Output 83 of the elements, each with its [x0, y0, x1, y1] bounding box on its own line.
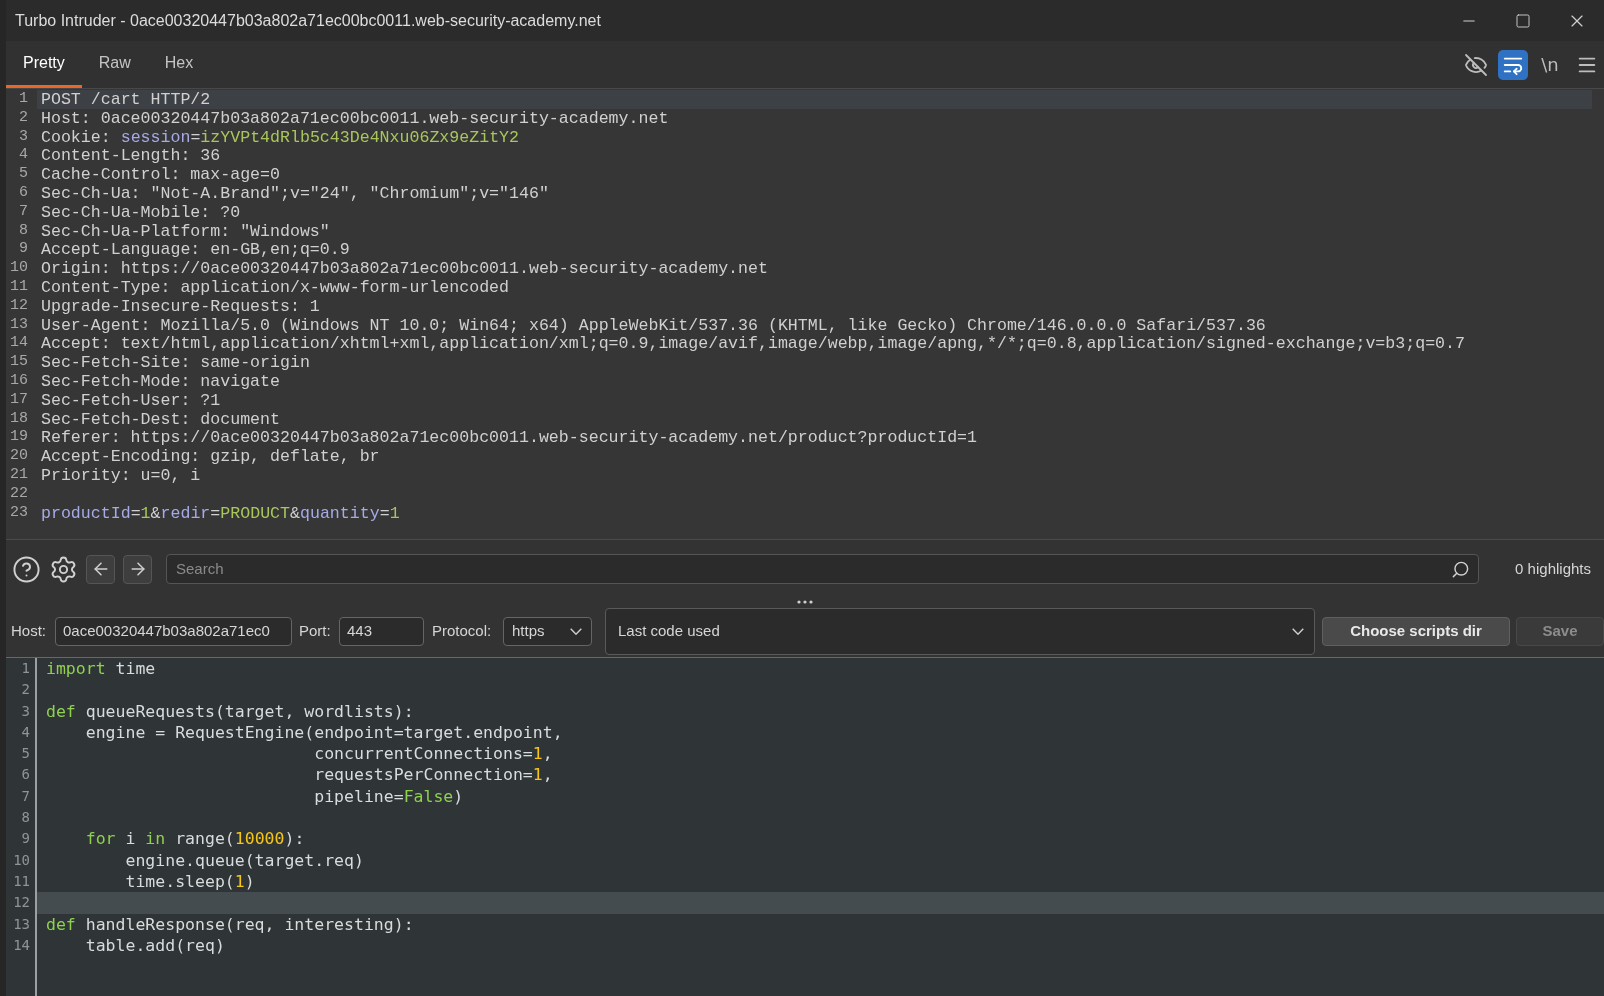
code-line: engine.queue(target.req) — [124, 850, 364, 870]
request-line: Referer: https://0ace00320447b03a802a71ec00bc0011.web-security-academy.net/product?productId=1 — [41, 428, 978, 448]
port-field[interactable]: 443 — [339, 617, 424, 646]
line-number: 15 — [9, 353, 29, 372]
request-line: Content-Length: 36 — [41, 146, 221, 166]
line-number: 19 — [9, 428, 29, 448]
newline-toggle[interactable]: \n — [1535, 49, 1565, 80]
line-number: 13 — [9, 315, 29, 335]
code-line: for i in range(10000): — [84, 829, 305, 849]
line-number: 2 — [18, 108, 29, 128]
request-line: Sec-Ch-Ua-Mobile: ?0 — [41, 202, 241, 222]
line-number: 7 — [18, 202, 29, 222]
line-number: 12 — [9, 296, 29, 316]
request-line: Cookie: session=izYVPt4dRlb5c43De4Nxu06Zx9eZitY2 — [41, 127, 519, 147]
line-number: 8 — [18, 221, 29, 241]
line-number: 6 — [18, 184, 29, 203]
line-number: 23 — [9, 503, 29, 523]
line-number: 21 — [9, 465, 29, 485]
line-number: 5 — [18, 165, 29, 184]
search-placeholder: Search — [176, 558, 224, 579]
line-number: 11 — [9, 277, 29, 297]
request-line: Sec-Ch-Ua: "Not-A.Brand";v="24", "Chromium";v="146" — [41, 184, 549, 203]
request-line: Accept-Language: en-GB,en;q=0.9 — [41, 240, 350, 260]
line-number: 22 — [9, 484, 29, 504]
code-line: def handleResponse(req, interesting): — [46, 914, 414, 934]
line-number: 3 — [18, 127, 29, 147]
maximize-icon[interactable] — [1515, 12, 1531, 29]
line-number: 20 — [9, 447, 29, 466]
request-line: Sec-Fetch-Site: same-origin — [41, 353, 310, 373]
chevron-down-icon — [570, 628, 582, 635]
code-line: requestsPerConnection=1, — [313, 765, 553, 785]
line-number: 1 — [18, 90, 29, 109]
settings-icon[interactable] — [49, 554, 78, 584]
wrap-toggle[interactable] — [1498, 49, 1528, 80]
code-line: import time — [46, 659, 156, 678]
view-tab[interactable]: Hex — [147, 41, 211, 88]
code-line: table.add(req) — [84, 935, 225, 955]
request-line: Sec-Fetch-Dest: document — [41, 409, 280, 429]
drag-handle-icon[interactable] — [797, 600, 813, 604]
line-number: 16 — [9, 371, 29, 391]
host-label: Host: — [11, 621, 47, 642]
protocol-label: Protocol: — [432, 621, 493, 642]
line-number: 4 — [18, 146, 29, 166]
chevron-down-icon — [1292, 628, 1304, 635]
view-tab[interactable]: Raw — [81, 41, 148, 88]
request-line: User-Agent: Mozilla/5.0 (Windows NT 10.0; Win64; x64) AppleWebKit/537.36 (KHTML, like Gecko) Chrome/146.0.0.0 Safari/537.36 — [41, 315, 1266, 335]
line-number: 14 — [9, 334, 29, 354]
code-line: concurrentConnections=1, — [313, 744, 553, 764]
line-number: 17 — [9, 390, 29, 410]
request-line: Host: 0ace00320447b03a802a71ec00bc0011.web-security-academy.net — [41, 108, 669, 128]
request-line: Accept: text/html,application/xhtml+xml,application/xml;q=0.9,image/avif,image/webp,image/apng,*/*;q=0.8,application/signed-exchange;v=b3;q=0.7 — [41, 334, 1465, 354]
code-line: def queueRequests(target, wordlists): — [46, 701, 414, 721]
line-number: 9 — [18, 240, 29, 260]
request-line: Origin: https://0ace00320447b03a802a71ec00bc0011.web-security-academy.net — [41, 259, 768, 279]
toolbar-button[interactable]: Choose scripts dir — [1322, 617, 1510, 646]
request-line: POST /cart HTTP/2 — [41, 90, 211, 109]
highlights-count: 0 highlights — [1515, 558, 1591, 579]
port-label: Port: — [299, 621, 332, 642]
line-number: 10 — [9, 259, 29, 278]
host-field[interactable]: 0ace00320447b03a802a71ec0 — [55, 617, 292, 646]
back-button[interactable] — [86, 554, 115, 584]
request-line: Sec-Fetch-Mode: navigate — [41, 371, 280, 391]
request-line: Sec-Fetch-User: ?1 — [41, 390, 221, 410]
code-line: engine = RequestEngine(endpoint=target.endpoint, — [84, 722, 563, 742]
script-select[interactable]: Last code used — [605, 608, 1315, 655]
request-line: Cache-Control: max-age=0 — [41, 165, 280, 185]
search-field[interactable]: Search — [166, 554, 1479, 584]
search-icon — [1451, 559, 1470, 579]
eye-off-icon — [1464, 52, 1488, 77]
request-line: Accept-Encoding: gzip, deflate, br — [41, 447, 380, 467]
request-editor[interactable] — [6, 89, 1604, 540]
request-line: Priority: u=0, i — [41, 465, 201, 485]
code-line: time.sleep(1) — [124, 871, 255, 891]
request-line: productId=1&redir=PRODUCT&quantity=1 — [41, 503, 400, 523]
code-line: pipeline=False) — [313, 786, 464, 806]
protocol-select[interactable]: https — [503, 617, 592, 646]
request-line: Content-Type: application/x-www-form-urlencoded — [41, 277, 510, 297]
forward-button[interactable] — [123, 554, 152, 584]
request-line: Sec-Ch-Ua-Platform: "Windows" — [41, 221, 330, 241]
window-title: Turbo Intruder - 0ace00320447b03a802a71ec00bc0011.web-security-academy.net — [14, 10, 601, 31]
line-number: 18 — [9, 409, 29, 429]
request-line: Upgrade-Insecure-Requests: 1 — [41, 296, 320, 316]
help-icon[interactable] — [12, 554, 41, 584]
